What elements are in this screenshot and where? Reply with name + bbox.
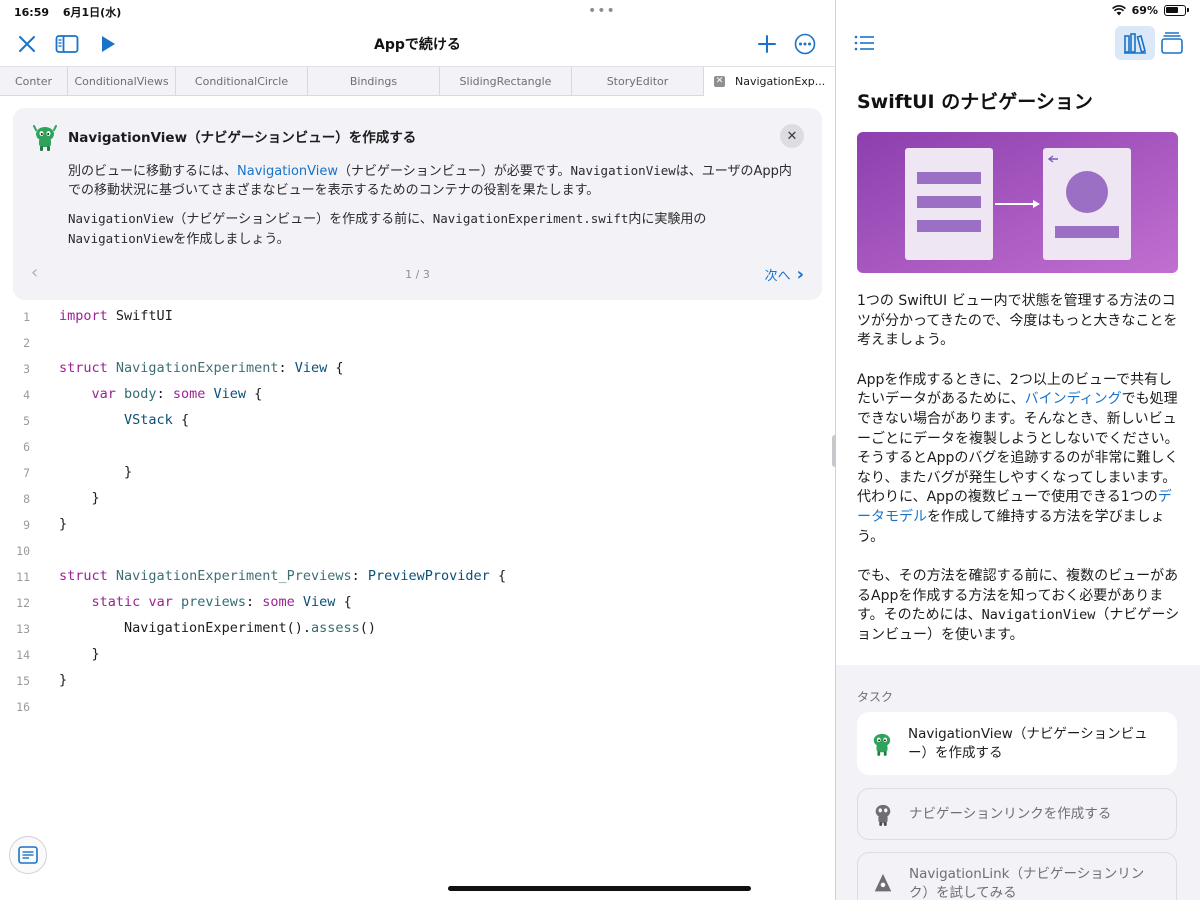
code-line[interactable]: 8 } [0,488,835,514]
character-icon [874,873,892,892]
binding-link[interactable]: バインディング [1025,391,1122,407]
tab-navigation-experiment[interactable]: ✕ NavigationExp... [704,67,835,96]
tab-close-icon[interactable]: ✕ [714,76,725,87]
code-line[interactable]: 1 import SwiftUI [0,306,835,332]
lesson-paragraph-3: でも、その方法を確認する前に、複数のビューがあるAppを作成する方法を知っておく… [857,568,1180,643]
code-line[interactable]: 3 struct NavigationExperiment: View { [0,358,835,384]
code-line[interactable]: 16 [0,696,835,722]
lesson-title: SwiftUI のナビゲーション [857,91,1093,113]
tab-conter[interactable]: Conter [0,67,68,96]
guide-paragraph-1: 別のビューに移動するには、NavigationView（ナビゲーションビュー）が… [68,163,792,198]
toolbar-title: Appで続ける [374,37,461,53]
task-item-try-navigation-link[interactable]: NavigationLink（ナビゲーションリンク）を試してみる [857,852,1177,900]
plus-icon[interactable] [754,31,780,57]
guide-paragraph-2: NavigationView（ナビゲーションビュー）を作成する前に、Naviga… [68,211,707,247]
editor-pane: Appで続ける Conter ConditionalViews Conditio… [0,22,835,900]
tab-sliding-rectangle[interactable]: SlidingRectangle [440,67,572,96]
guide-title: NavigationView（ナビゲーションビュー）を作成する [68,130,417,146]
pages-icon[interactable] [1161,31,1183,59]
battery-icon [1164,5,1189,16]
code-line[interactable]: 2 [0,332,835,358]
code-line[interactable]: 4 var body: some View { [0,384,835,410]
tab-story-editor[interactable]: StoryEditor [572,67,704,96]
code-line[interactable]: 13 NavigationExperiment().assess() [0,618,835,644]
task-list: タスク NavigationView（ナビゲーションビュー）を作成する ナビゲー… [836,665,1200,900]
guide-close-button[interactable]: ✕ [780,124,804,148]
lesson-paragraph-1: 1つの SwiftUI ビュー内で状態を管理する方法のコツが分かってきたので、今… [857,293,1178,349]
guide-page-indicator: 1 / 3 [405,268,430,281]
library-icon [1124,33,1146,54]
navigation-illustration [857,132,1178,273]
task-item-create-navigationview[interactable]: NavigationView（ナビゲーションビュー）を作成する [857,712,1177,775]
code-line[interactable]: 12 static var previews: some View { [0,592,835,618]
tab-bindings[interactable]: Bindings [308,67,440,96]
multitasking-dots-icon[interactable]: ••• [588,3,616,19]
status-left: 16:59 6月1日(水) [14,4,131,20]
lesson-body: 1つの SwiftUI ビュー内で状態を管理する方法のコツが分かってきたので、今… [857,292,1181,666]
lesson-paragraph-2: Appを作成するときに、2つ以上のビューで共有したいデータがあるために、バインデ… [857,371,1179,545]
tasks-label: タスク [857,690,894,704]
guide-card: NavigationView（ナビゲーションビュー）を作成する ✕ 別のビューに… [13,108,822,300]
chevron-right-icon: › [796,264,804,285]
library-button[interactable] [1115,26,1155,60]
status-bar: 16:59 6月1日(水) ••• 69% [0,0,1200,22]
battery-percent: 69% [1131,4,1158,17]
code-line[interactable]: 15} [0,670,835,696]
code-line[interactable]: 9} [0,514,835,540]
code-line[interactable]: 11 struct NavigationExperiment_Previews: … [0,566,835,592]
navigationview-link[interactable]: NavigationView [237,164,338,179]
status-right: 69% [1111,4,1189,17]
more-icon[interactable] [792,31,818,57]
code-line[interactable]: 5 VStack { [0,410,835,436]
editor-toolbar: Appで続ける [0,22,835,66]
notes-icon [18,846,38,864]
table-of-contents-icon[interactable] [854,34,876,56]
guide-body: 別のビューに移動するには、NavigationView（ナビゲーションビュー）が… [68,161,798,258]
code-line[interactable]: 10 [0,540,835,566]
character-icon [875,804,891,826]
code-line[interactable]: 7 } [0,462,835,488]
close-icon: ✕ [786,128,798,144]
wifi-icon [1111,5,1126,16]
file-tabs: Conter ConditionalViews ConditionalCircl… [0,66,835,96]
guide-next-button[interactable]: 次へ › [765,264,804,285]
byte-character-icon [873,733,891,756]
code-line[interactable]: 14 } [0,644,835,670]
learning-pane: SwiftUI のナビゲーション 1つの SwiftUI ビュー内で状態を管理す… [836,22,1200,900]
task-item-create-navigation-link[interactable]: ナビゲーションリンクを作成する [857,788,1177,840]
byte-character-icon [33,125,57,151]
home-indicator[interactable] [448,886,751,891]
status-date: 6月1日(水) [62,6,122,19]
tab-conditional-views[interactable]: ConditionalViews [68,67,176,96]
status-time: 16:59 [14,6,50,19]
tab-conditional-circle[interactable]: ConditionalCircle [176,67,308,96]
guide-toggle-button[interactable] [9,836,47,874]
code-line[interactable]: 6 [0,436,835,462]
